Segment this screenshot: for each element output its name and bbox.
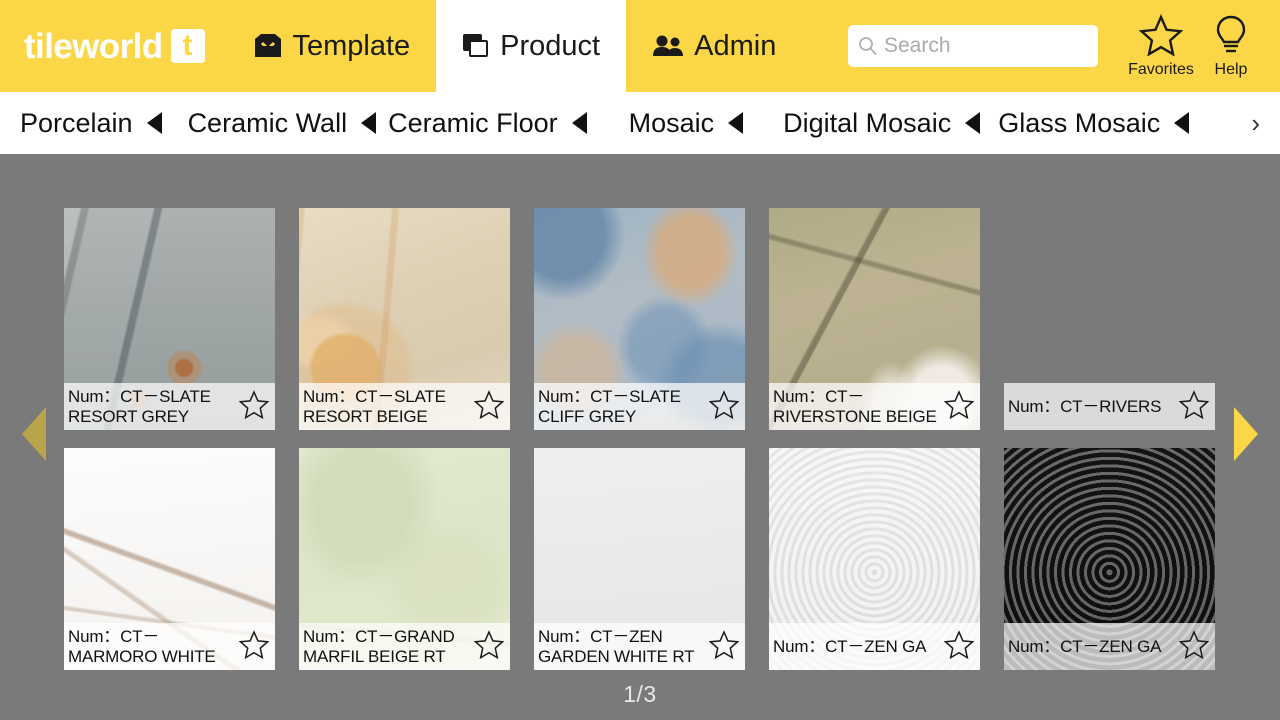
search-box[interactable] <box>848 25 1098 67</box>
favorite-star-icon[interactable] <box>238 629 270 664</box>
product-card[interactable]: Num：CT－ZEN GA <box>1004 448 1215 670</box>
product-label: Num：CT－ZEN GARDEN WHITE RT <box>534 623 745 670</box>
favorite-star-icon[interactable] <box>943 389 975 424</box>
brand-name: tileworld <box>24 26 163 66</box>
page-indicator: 1/3 <box>623 681 657 707</box>
category-porcelain[interactable]: Porcelain <box>20 108 162 139</box>
product-card[interactable]: Num：CT－SLATE CLIFF GREY <box>534 208 745 430</box>
top-navigation-bar: tileworld t Template Product Admin Searc… <box>0 0 1280 92</box>
category-ceramic-floor[interactable]: Ceramic Floor <box>388 108 587 139</box>
brand-logo[interactable]: tileworld t <box>24 0 205 92</box>
app-root: tileworld t Template Product Admin Searc… <box>0 0 1280 720</box>
favorite-star-icon[interactable] <box>238 389 270 424</box>
category-label: Ceramic Wall <box>187 107 348 138</box>
category-next-chevron-icon[interactable]: › <box>1251 110 1260 136</box>
tab-template[interactable]: Template <box>227 0 437 92</box>
product-card[interactable]: Num：CT－ MARMORO WHITE <box>64 448 275 670</box>
product-label: Num：CT－RIVERS <box>1004 383 1215 430</box>
favorite-star-icon[interactable] <box>708 389 740 424</box>
product-number: Num：CT－ RIVERSTONE BEIGE <box>773 386 937 426</box>
search-container <box>848 25 1098 67</box>
product-card[interactable]: Num：CT－RIVERS <box>1004 208 1215 430</box>
category-digital-mosaic[interactable]: Digital Mosaic <box>783 107 981 139</box>
favorite-star-icon[interactable] <box>1178 389 1210 424</box>
product-label: Num：CT－SLATE RESORT GREY <box>64 383 275 430</box>
tab-product-label: Product <box>500 29 601 62</box>
brand-mark-letter: t <box>182 28 193 62</box>
favorite-star-icon[interactable] <box>708 629 740 664</box>
product-label: Num：CT－ RIVERSTONE BEIGE <box>769 383 980 430</box>
search-icon <box>858 36 878 56</box>
product-label: Num：CT－ZEN GA <box>769 623 980 670</box>
triangle-left-icon <box>728 112 744 134</box>
product-card[interactable]: Num：CT－ RIVERSTONE BEIGE <box>769 208 980 430</box>
brand-mark-icon: t <box>170 28 205 63</box>
category-mosaic[interactable]: Mosaic <box>629 108 744 139</box>
product-label: Num：CT－GRAND MARFIL BEIGE RT <box>299 623 510 670</box>
lightbulb-icon <box>1213 14 1249 61</box>
favorites-button[interactable]: Favorites <box>1126 0 1196 92</box>
favorite-star-icon[interactable] <box>1178 629 1210 664</box>
product-number: Num：CT－ MARMORO WHITE <box>68 626 216 666</box>
product-number: Num：CT－SLATE CLIFF GREY <box>538 386 681 426</box>
search-input[interactable] <box>882 33 1088 59</box>
triangle-left-icon <box>965 112 981 134</box>
product-label: Num：CT－ZEN GA <box>1004 623 1215 670</box>
category-bar: Porcelain Ceramic Wall Ceramic Floor Mos… <box>0 92 1280 154</box>
star-icon <box>1138 14 1184 61</box>
product-number: Num：CT－ZEN GA <box>1008 636 1162 656</box>
product-label: Num：CT－ MARMORO WHITE <box>64 623 275 670</box>
product-label: Num：CT－SLATE RESORT BEIGE <box>299 383 510 430</box>
favorite-star-icon[interactable] <box>943 629 975 664</box>
tab-product[interactable]: Product <box>436 0 627 92</box>
category-glass-mosaic[interactable]: Glass Mosaic <box>998 107 1190 139</box>
product-number: Num：CT－ZEN GA <box>773 636 927 656</box>
prev-page-arrow[interactable] <box>22 407 46 461</box>
product-stage: Num：CT－SLATE RESORT GREY Num：CT－SLATE RE… <box>0 154 1280 720</box>
product-card[interactable]: Num：CT－ZEN GA <box>769 448 980 670</box>
product-label: Num：CT－SLATE CLIFF GREY <box>534 383 745 430</box>
product-number: Num：CT－ZEN GARDEN WHITE RT <box>538 626 695 666</box>
product-number: Num：CT－GRAND MARFIL BEIGE RT <box>303 626 455 666</box>
tab-admin[interactable]: Admin <box>626 0 802 92</box>
product-number: Num：CT－SLATE RESORT GREY <box>68 386 211 426</box>
users-icon <box>652 34 684 58</box>
help-label: Help <box>1214 61 1248 78</box>
category-label: Porcelain <box>20 107 133 138</box>
tab-template-label: Template <box>292 29 411 62</box>
triangle-left-icon <box>571 112 587 134</box>
category-label: Ceramic Floor <box>388 107 558 138</box>
product-grid: Num：CT－SLATE RESORT GREY Num：CT－SLATE RE… <box>64 208 1215 670</box>
category-ceramic-wall[interactable]: Ceramic Wall <box>188 108 377 139</box>
favorites-label: Favorites <box>1128 61 1194 78</box>
category-label: Mosaic <box>628 107 715 138</box>
tab-admin-label: Admin <box>694 29 777 62</box>
inbox-icon <box>253 33 283 59</box>
triangle-left-icon <box>146 112 162 134</box>
category-label: Digital Mosaic <box>783 107 952 138</box>
product-number: Num：CT－SLATE RESORT BEIGE <box>303 386 446 426</box>
category-label: Glass Mosaic <box>998 107 1161 138</box>
triangle-left-icon <box>361 112 377 134</box>
copy-icon <box>462 33 490 59</box>
help-button[interactable]: Help <box>1196 0 1266 92</box>
next-page-arrow[interactable] <box>1234 407 1258 461</box>
favorite-star-icon[interactable] <box>473 629 505 664</box>
product-card[interactable]: Num：CT－GRAND MARFIL BEIGE RT <box>299 448 510 670</box>
product-number: Num：CT－RIVERS <box>1008 396 1162 416</box>
product-card[interactable]: Num：CT－SLATE RESORT BEIGE <box>299 208 510 430</box>
product-card[interactable]: Num：CT－ZEN GARDEN WHITE RT <box>534 448 745 670</box>
product-card[interactable]: Num：CT－SLATE RESORT GREY <box>64 208 275 430</box>
favorite-star-icon[interactable] <box>473 389 505 424</box>
triangle-left-icon <box>1174 112 1190 134</box>
